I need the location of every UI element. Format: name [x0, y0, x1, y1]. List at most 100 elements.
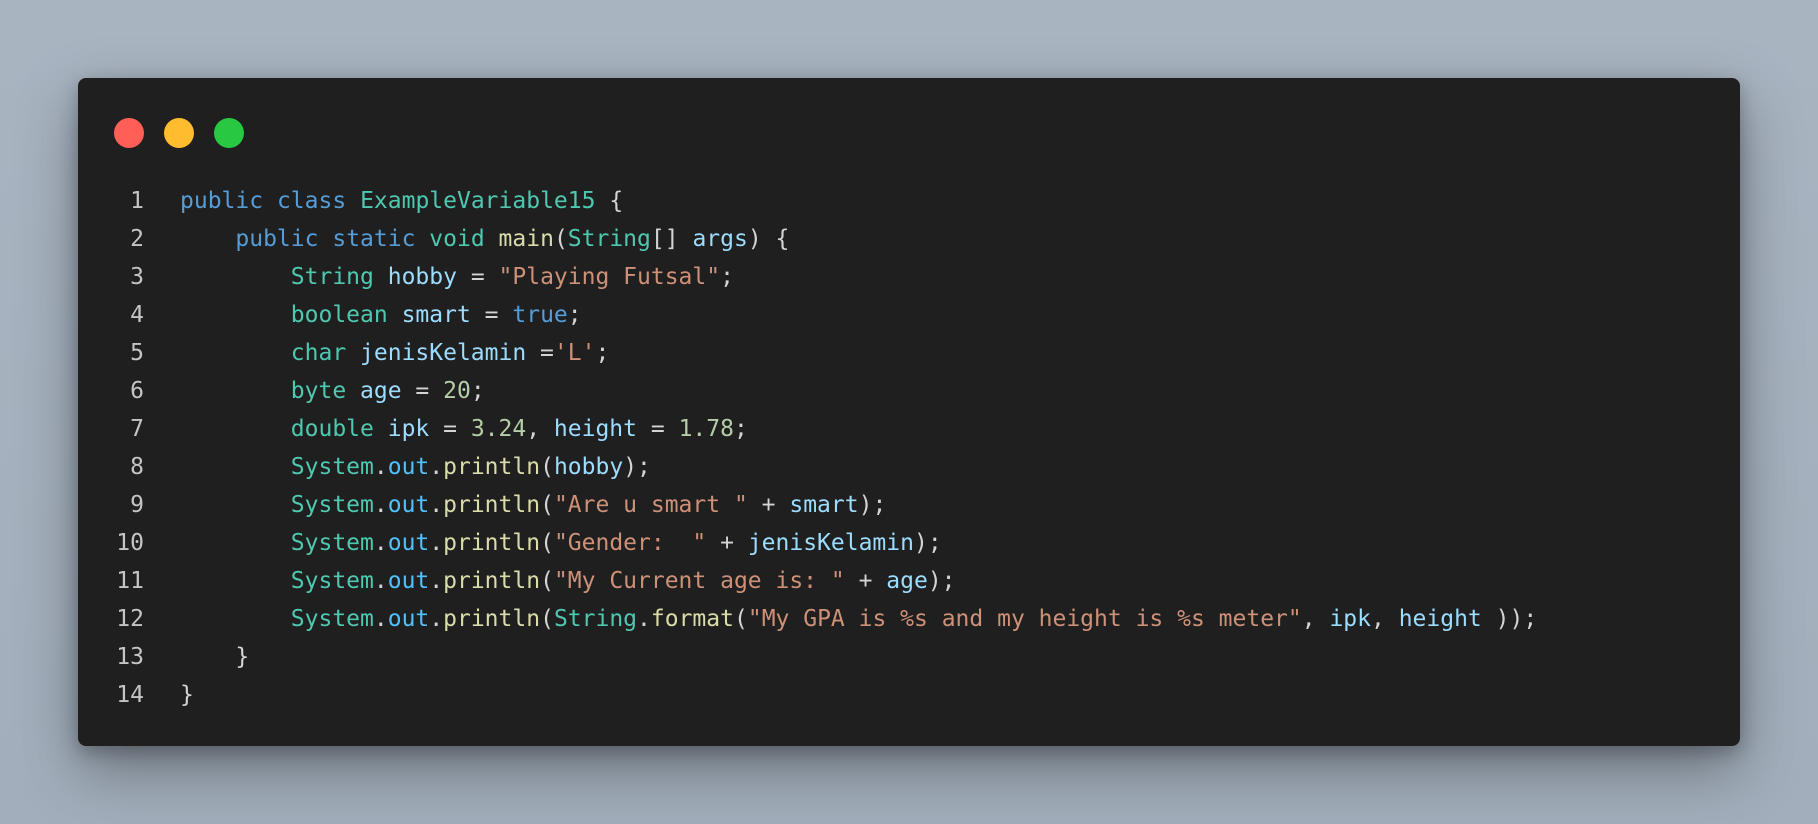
code-token: out	[387, 568, 430, 594]
close-dot-icon[interactable]	[114, 118, 144, 148]
code-token: +	[844, 568, 887, 594]
code-token: );	[858, 492, 887, 518]
code-token: }	[180, 682, 194, 708]
code-token: hobby	[553, 454, 624, 480]
code-token: ,	[526, 416, 554, 442]
code-token: boolean	[290, 302, 388, 328]
code-token: public	[235, 226, 319, 252]
code-token: ExampleVariable15	[360, 188, 596, 214]
code-token: (	[733, 606, 748, 632]
code-text[interactable]: }	[144, 638, 249, 676]
code-text[interactable]: }	[144, 676, 194, 714]
code-line: 10 System.out.println("Gender: " + jenis…	[78, 524, 1537, 562]
code-token: =	[637, 416, 679, 442]
code-window: 1 public class ExampleVariable15 {2 publi…	[78, 78, 1740, 746]
code-token: ,	[1301, 606, 1330, 632]
code-token: age	[360, 378, 402, 404]
code-token: }	[180, 644, 250, 670]
code-token: "Gender: "	[553, 530, 707, 556]
code-token: ;	[720, 264, 734, 290]
code-token: void	[429, 226, 485, 252]
code-token: .	[429, 454, 444, 480]
code-token: public	[180, 188, 264, 214]
code-token: out	[387, 454, 430, 480]
code-text[interactable]: System.out.println(String.format("My GPA…	[144, 600, 1537, 638]
code-token: (	[553, 226, 568, 252]
code-line: 1 public class ExampleVariable15 {	[78, 182, 1537, 220]
code-text[interactable]: public class ExampleVariable15 {	[144, 182, 623, 220]
code-text[interactable]: String hobby = "Playing Futsal";	[144, 258, 734, 296]
minimize-dot-icon[interactable]	[164, 118, 194, 148]
code-token: double	[290, 416, 374, 442]
code-token: []	[650, 226, 693, 252]
code-token: class	[276, 188, 347, 214]
code-text[interactable]: System.out.println("Are u smart " + smar…	[144, 486, 887, 524]
line-number: 14	[116, 682, 144, 708]
code-token: .	[637, 606, 651, 632]
code-token: 20	[443, 378, 471, 404]
line-number: 7	[130, 416, 144, 442]
code-token: ;	[733, 416, 748, 442]
code-text[interactable]: byte age = 20;	[144, 372, 485, 410]
code-token: println	[443, 530, 541, 556]
code-token: "My Current age is: "	[553, 568, 845, 594]
code-token: (	[540, 606, 554, 632]
code-token: ;	[595, 340, 610, 366]
code-text[interactable]: public static void main(String[] args) {	[144, 220, 789, 258]
code-token: out	[387, 606, 430, 632]
code-token: jenisKelamin	[360, 340, 527, 366]
line-number: 11	[116, 568, 144, 594]
code-token: String	[290, 264, 374, 290]
code-token: (	[540, 530, 554, 556]
code-line: 2 public static void main(String[] args)…	[78, 220, 1537, 258]
code-line: 7 double ipk = 3.24, height = 1.78;	[78, 410, 1537, 448]
code-line: 12 System.out.println(String.format("My …	[78, 600, 1537, 638]
code-token: "Playing Futsal"	[498, 264, 721, 290]
code-token: println	[443, 492, 541, 518]
code-line: 6 byte age = 20;	[78, 372, 1537, 410]
code-token: char	[290, 340, 347, 366]
code-token: String	[553, 606, 638, 632]
line-number: 2	[130, 226, 144, 252]
code-text[interactable]: System.out.println("My Current age is: "…	[144, 562, 956, 600]
code-token: jenisKelamin	[747, 530, 914, 556]
code-token: smart	[789, 492, 859, 518]
code-text[interactable]: System.out.println(hobby);	[144, 448, 651, 486]
maximize-dot-icon[interactable]	[214, 118, 244, 148]
code-token: args	[692, 226, 748, 252]
code-token: .	[373, 568, 388, 594]
code-token: =	[526, 340, 554, 366]
code-text[interactable]: boolean smart = true;	[144, 296, 582, 334]
code-token: =	[429, 416, 471, 442]
line-number: 8	[130, 454, 144, 480]
code-token: smart	[401, 302, 471, 328]
line-number: 4	[130, 302, 144, 328]
code-token: ipk	[387, 416, 430, 442]
code-token: +	[706, 530, 748, 556]
code-token: .	[373, 606, 388, 632]
code-token: =	[456, 264, 499, 290]
code-text[interactable]: char jenisKelamin ='L';	[144, 334, 610, 372]
code-token: {	[595, 188, 624, 214]
code-token: static	[332, 226, 416, 252]
code-text[interactable]: double ipk = 3.24, height = 1.78;	[144, 410, 748, 448]
code-text[interactable]: System.out.println("Gender: " + jenisKel…	[144, 524, 942, 562]
code-token: .	[373, 454, 388, 480]
code-token: );	[913, 530, 942, 556]
code-line: 11 System.out.println("My Current age is…	[78, 562, 1537, 600]
code-token: age	[886, 568, 928, 594]
line-number: 13	[116, 644, 144, 670]
code-token: System	[290, 492, 374, 518]
